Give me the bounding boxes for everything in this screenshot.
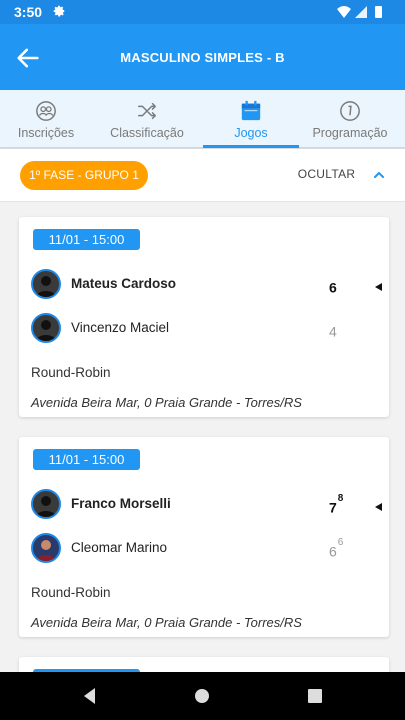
system-nav-bar <box>0 672 405 720</box>
match-card[interactable]: 11/01 - 15:00 Mateus Cardoso 6 Vincenzo … <box>19 217 389 417</box>
player-score: 4 <box>329 323 337 340</box>
chevron-up-icon <box>374 171 384 178</box>
back-arrow-icon[interactable] <box>14 44 42 72</box>
match-venue: Avenida Beira Mar, 0 Praia Grande - Torr… <box>31 395 302 410</box>
match-player-row: Franco Morselli 78 <box>31 489 382 519</box>
status-bar: 3:50 <box>0 0 405 24</box>
tab-bar: Inscrições Classificação Jogos Programaç… <box>0 90 405 148</box>
wifi-icon <box>337 6 351 18</box>
phase-group-chip[interactable]: 1º FASE - GRUPO 1 <box>20 161 148 190</box>
tab-programacao[interactable]: Programação <box>302 90 398 148</box>
player-name: Vincenzo Maciel <box>71 320 170 335</box>
phase-filter-row: 1º FASE - GRUPO 1 OCULTAR <box>0 149 405 202</box>
page-title: MASCULINO SIMPLES - B <box>120 50 285 65</box>
calendar-icon <box>241 100 261 121</box>
hide-toggle-label: OCULTAR <box>297 167 356 181</box>
tab-classificacao[interactable]: Classificação <box>98 90 196 148</box>
tiebreak-score: 8 <box>337 493 344 504</box>
match-player-row: Cleomar Marino 66 <box>31 533 377 563</box>
nav-home-icon[interactable] <box>192 686 212 706</box>
avatar <box>31 313 61 343</box>
battery-icon <box>375 6 382 18</box>
tab-label: Inscrições <box>17 126 75 140</box>
match-type: Round-Robin <box>31 585 111 600</box>
status-icons <box>337 6 382 18</box>
people-circle-icon <box>36 101 56 121</box>
tab-label: Programação <box>312 126 388 140</box>
match-type: Round-Robin <box>31 365 111 380</box>
tab-label: Classificação <box>110 126 184 140</box>
shuffle-icon <box>138 102 156 120</box>
nav-recents-icon[interactable] <box>305 686 325 706</box>
avatar <box>31 269 61 299</box>
winner-indicator-icon <box>375 283 382 291</box>
match-player-row: Vincenzo Maciel 4 <box>31 313 377 343</box>
signal-icon <box>355 6 367 18</box>
player-score: 6 <box>329 279 337 296</box>
player-score: 78 <box>329 493 344 516</box>
player-score: 66 <box>329 537 344 560</box>
nav-back-icon[interactable] <box>80 686 100 706</box>
app-bar: MASCULINO SIMPLES - B <box>0 24 405 90</box>
tab-label: Jogos <box>234 126 268 140</box>
settings-gear-icon <box>53 5 65 17</box>
tab-inscricoes[interactable]: Inscrições <box>0 90 92 148</box>
match-card[interactable]: 11/01 - 15:00 Franco Morselli 78 Cleomar… <box>19 437 389 637</box>
player-name: Mateus Cardoso <box>71 276 177 291</box>
match-venue: Avenida Beira Mar, 0 Praia Grande - Torr… <box>31 615 302 630</box>
tab-jogos[interactable]: Jogos <box>203 90 299 148</box>
match-date-badge: 11/01 - 15:00 <box>33 449 140 470</box>
player-name: Franco Morselli <box>71 496 171 511</box>
active-tab-indicator <box>203 145 299 148</box>
info-circle-icon <box>340 101 360 121</box>
avatar <box>31 533 61 563</box>
status-time: 3:50 <box>14 4 43 20</box>
player-name: Cleomar Marino <box>71 540 168 555</box>
tiebreak-score: 6 <box>337 537 344 548</box>
winner-indicator-icon <box>375 503 382 511</box>
hide-toggle-button[interactable]: OCULTAR <box>298 167 385 185</box>
match-date-badge: 11/01 - 15:00 <box>33 229 140 250</box>
match-player-row: Mateus Cardoso 6 <box>31 269 382 299</box>
avatar <box>31 489 61 519</box>
